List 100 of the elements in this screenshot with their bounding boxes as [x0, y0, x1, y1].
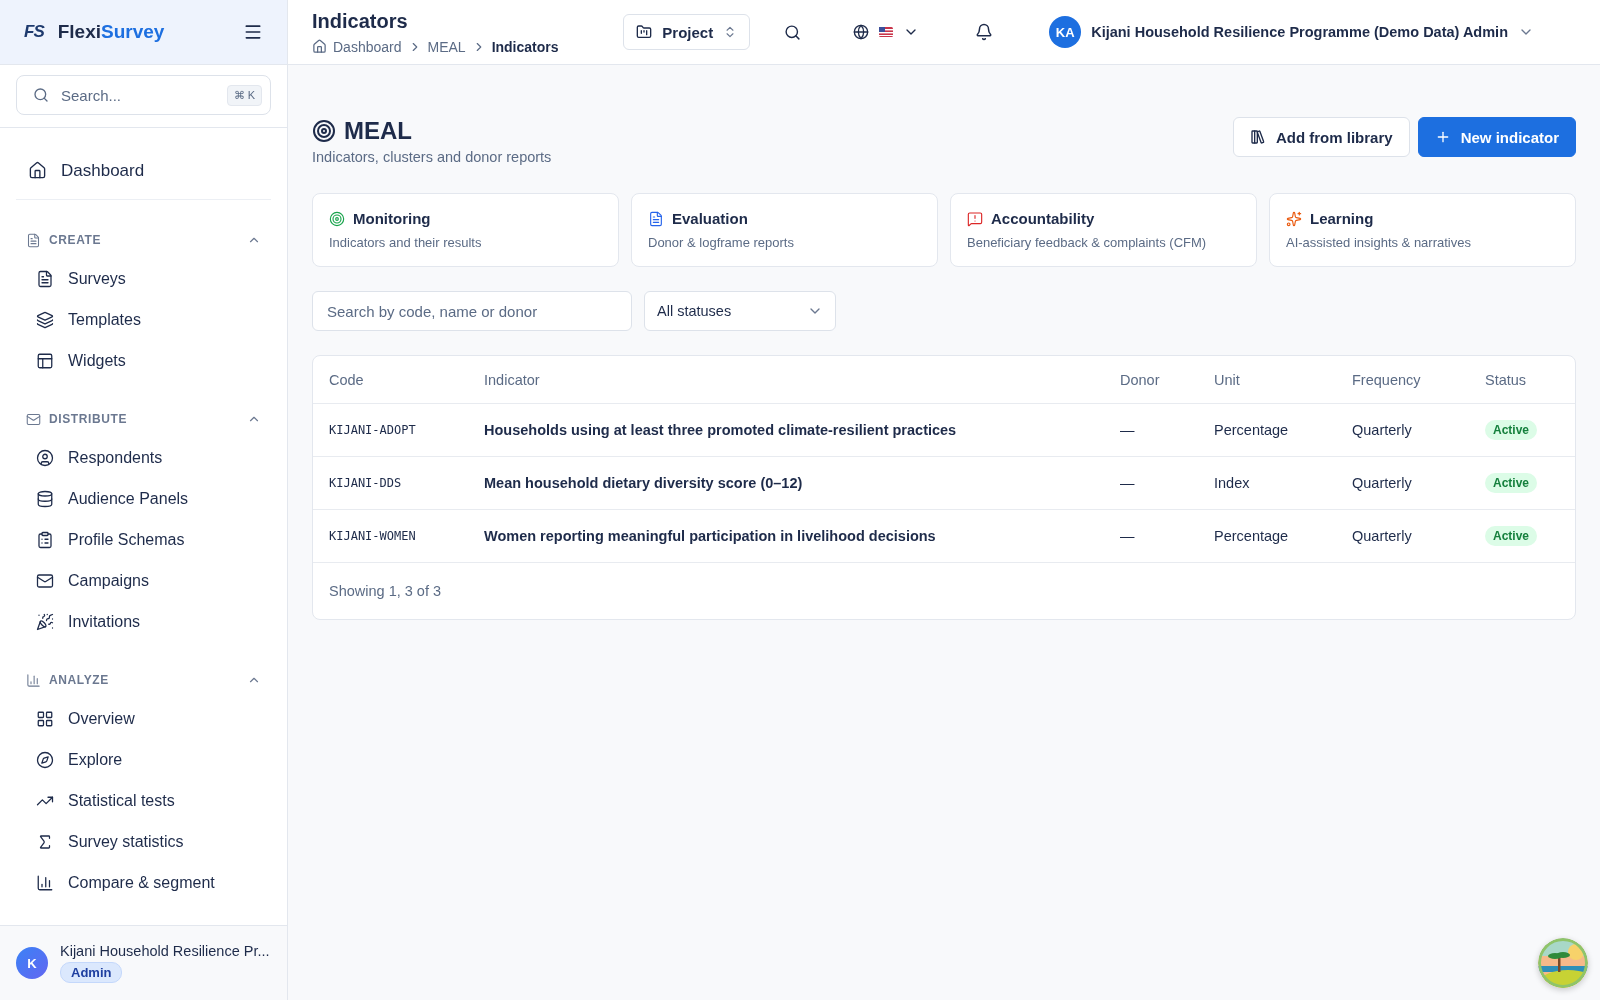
- status-select[interactable]: All statuses: [644, 291, 836, 331]
- clipboard-icon: [36, 530, 54, 549]
- bar-chart-icon: [36, 873, 54, 892]
- module-card[interactable]: Monitoring Indicators and their results: [312, 193, 619, 267]
- sparkles-icon: [1286, 210, 1302, 227]
- column-header: Code: [329, 371, 365, 388]
- new-indicator-button[interactable]: New indicator: [1417, 117, 1576, 157]
- globe-icon: [853, 24, 870, 40]
- search-input[interactable]: Search...: [59, 85, 217, 105]
- target-icon: [329, 210, 345, 227]
- nav-item[interactable]: Profile Schemas: [24, 519, 271, 560]
- logo-mark: FS: [24, 22, 44, 42]
- app-name: FlexiSurvey: [57, 21, 166, 43]
- user-menu[interactable]: KA Kijani Household Resilience Programme (Demo Data) Admin: [1043, 12, 1540, 52]
- status-badge: Active: [1485, 473, 1538, 493]
- section-title: MEAL: [344, 117, 412, 145]
- nav-item[interactable]: Dashboard: [16, 150, 271, 191]
- nav-item[interactable]: Survey statistics: [24, 821, 271, 862]
- card-description: Donor & logframe reports: [648, 235, 795, 250]
- table-cell-text: Quarterly: [1352, 528, 1413, 544]
- card-description: Beneficiary feedback & complaints (CFM): [967, 235, 1208, 250]
- nav-item[interactable]: Overview: [24, 698, 271, 739]
- table-cell-text: KIJANI-WOMEN: [329, 529, 417, 543]
- status-badge: Active: [1485, 420, 1538, 440]
- nav-item[interactable]: Invitations: [24, 601, 271, 642]
- search-icon: [33, 87, 49, 103]
- target-icon: [312, 119, 336, 143]
- user-circle-icon: [36, 448, 54, 467]
- column-header: Status: [1485, 371, 1528, 388]
- books-icon: [1249, 129, 1266, 145]
- section-header[interactable]: CREATE: [16, 222, 271, 258]
- database-icon: [36, 489, 54, 508]
- search-icon: [784, 23, 802, 41]
- breadcrumb-current: Indicators: [491, 38, 559, 55]
- table-cell-text: —: [1120, 422, 1136, 438]
- layers-icon: [36, 310, 54, 329]
- folder-icon: [636, 24, 653, 40]
- user-name: Kijani Household Resilience Pr...: [60, 943, 270, 959]
- section-header[interactable]: ANALYZE: [16, 662, 271, 698]
- nav-item[interactable]: Respondents: [24, 437, 271, 478]
- grid-icon: [36, 709, 54, 728]
- bar-chart-icon: [26, 672, 41, 688]
- menu-button[interactable]: [243, 22, 263, 42]
- message-alert-icon: [967, 210, 983, 227]
- envelope-icon: [36, 571, 54, 590]
- compass-icon: [36, 750, 54, 769]
- search-field[interactable]: Search... ⌘ K: [16, 75, 271, 115]
- card-description: AI-assisted insights & narratives: [1286, 235, 1472, 250]
- breadcrumb-link[interactable]: MEAL: [427, 38, 466, 55]
- nav-item[interactable]: Widgets: [24, 340, 271, 381]
- nav-item[interactable]: Compare & segment: [24, 862, 271, 903]
- nav-item[interactable]: Surveys: [24, 258, 271, 299]
- column-header: Donor: [1120, 371, 1161, 388]
- status-badge: Active: [1485, 526, 1538, 546]
- table-cell-text: Quarterly: [1352, 475, 1413, 491]
- pagination-summary: Showing 1, 3 of 3: [329, 583, 442, 599]
- table-row[interactable]: KIJANI-ADOPT Households using at least three promoted climate-resilient practices — Percentage Quarterly Active: [313, 404, 1575, 457]
- shortcut-hint: ⌘ K: [226, 84, 262, 106]
- document-icon: [648, 210, 664, 227]
- document-icon: [26, 232, 41, 248]
- table-cell-text: —: [1120, 475, 1136, 491]
- document-icon: [36, 269, 54, 288]
- table-row[interactable]: KIJANI-WOMEN Women reporting meaningful participation in livelihood decisions — Percentage Quarterly Active: [313, 510, 1575, 563]
- card-title: Evaluation: [672, 210, 748, 227]
- table-cell-text: Mean household dietary diversity score (0–12): [484, 475, 804, 491]
- nav-item[interactable]: Audience Panels: [24, 478, 271, 519]
- nav-item[interactable]: Statistical tests: [24, 780, 271, 821]
- party-popper-icon: [36, 612, 54, 631]
- home-icon: [28, 161, 47, 180]
- table-cell-text: Women reporting meaningful participation in livelihood decisions: [484, 528, 937, 544]
- card-title: Monitoring: [353, 210, 431, 227]
- section-subtitle: Indicators, clusters and donor reports: [312, 149, 552, 165]
- table-cell-text: Percentage: [1214, 528, 1290, 544]
- table-cell-text: Index: [1214, 475, 1251, 491]
- module-card[interactable]: Accountability Beneficiary feedback & complaints (CFM): [950, 193, 1257, 267]
- module-card[interactable]: Learning AI-assisted insights & narratives: [1269, 193, 1576, 267]
- table-cell-text: KIJANI-DDS: [329, 476, 403, 490]
- project-selector[interactable]: Project: [623, 14, 751, 50]
- module-card[interactable]: Evaluation Donor & logframe reports: [631, 193, 938, 267]
- table-cell-text: —: [1120, 528, 1136, 544]
- nav-item[interactable]: Templates: [24, 299, 271, 340]
- table-cell-text: Quarterly: [1352, 422, 1413, 438]
- table-row[interactable]: KIJANI-DDS Mean household dietary diversity score (0–12) — Index Quarterly Active: [313, 457, 1575, 510]
- flag-icon: [879, 27, 894, 37]
- column-header: Frequency: [1352, 371, 1422, 388]
- column-header: Indicator: [484, 371, 541, 388]
- library-button[interactable]: Add from library: [1232, 117, 1410, 157]
- user-avatar: KA: [1049, 16, 1082, 48]
- user-avatar[interactable]: K: [16, 947, 48, 979]
- section-header[interactable]: DISTRIBUTE: [16, 401, 271, 437]
- nav-item[interactable]: Explore: [24, 739, 271, 780]
- search-field[interactable]: Search by code, name or donor: [312, 291, 632, 331]
- page-title: Indicators: [312, 9, 409, 33]
- layout-icon: [36, 351, 54, 370]
- breadcrumb-link[interactable]: Dashboard: [333, 38, 402, 55]
- card-description: Indicators and their results: [329, 235, 483, 250]
- search-input[interactable]: Search by code, name or donor: [325, 301, 619, 321]
- role-badge: Admin: [60, 962, 123, 983]
- table-cell-text: Percentage: [1214, 422, 1290, 438]
- nav-item[interactable]: Campaigns: [24, 560, 271, 601]
